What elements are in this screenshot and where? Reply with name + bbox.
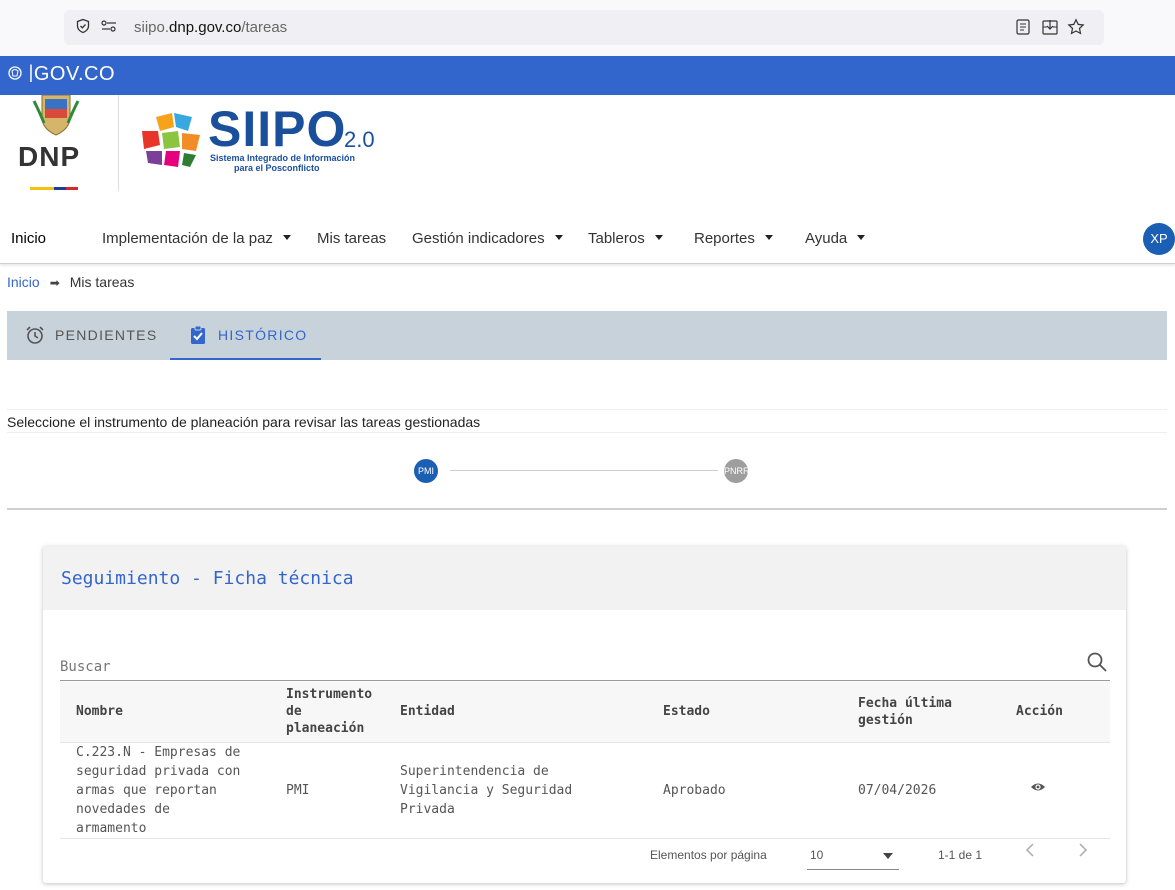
breadcrumb: Inicio ➡ Mis tareas xyxy=(7,274,134,290)
caret-down-icon xyxy=(857,235,866,240)
siipo-title: SIIPO xyxy=(208,101,347,157)
breadcrumb-home-link[interactable]: Inicio xyxy=(7,274,40,290)
dropdown-arrow-icon xyxy=(883,853,893,859)
page-size-value: 10 xyxy=(810,848,824,862)
colombia-crest-icon xyxy=(8,66,27,84)
alarm-clock-icon xyxy=(26,326,44,344)
step-pnrr[interactable]: PNRR xyxy=(724,459,748,483)
tab-historico-label: HISTÓRICO xyxy=(218,327,308,343)
divider xyxy=(7,432,1167,433)
next-page-button[interactable] xyxy=(1077,842,1089,863)
nav-implementacion[interactable]: Implementación de la paz xyxy=(102,230,291,247)
column-header-entidad[interactable]: Entidad xyxy=(384,682,647,742)
eye-icon[interactable] xyxy=(1030,779,1046,795)
tasks-table: Nombre Instrumento de planeación Entidad… xyxy=(60,682,1110,839)
nav-mis-tareas-label: Mis tareas xyxy=(317,230,387,247)
nav-mis-tareas[interactable]: Mis tareas xyxy=(317,230,386,247)
nav-inicio-label: Inicio xyxy=(11,230,47,247)
column-header-accion: Acción xyxy=(1000,682,1110,742)
arrow-right-icon: ➡ xyxy=(49,276,60,290)
breadcrumb-current: Mis tareas xyxy=(69,274,135,290)
nav-tableros-label: Tableros xyxy=(588,230,645,247)
nav-ayuda-label: Ayuda xyxy=(805,230,848,247)
main-nav: Inicio Implementación de la paz Mis tare… xyxy=(0,214,1175,264)
siipo-version: 2.0 xyxy=(344,127,375,152)
tab-pendientes-label: PENDIENTES xyxy=(55,327,158,343)
siipo-subtitle-line1: Sistema Integrado de Información xyxy=(210,153,356,163)
dnp-text: DNP xyxy=(18,141,81,172)
caret-down-icon xyxy=(282,235,291,240)
table-row: C.223.N - Empresas de seguridad privada … xyxy=(60,741,1110,839)
nav-ayuda[interactable]: Ayuda xyxy=(805,230,866,247)
nav-implementacion-label: Implementación de la paz xyxy=(102,230,273,247)
bookmark-star-icon[interactable] xyxy=(1067,18,1085,41)
siipo-mosaic-icon xyxy=(142,113,200,167)
stepper-connector xyxy=(450,470,718,471)
cell-estado: Aprobado xyxy=(647,741,842,839)
cell-nombre: C.223.N - Empresas de seguridad privada … xyxy=(60,741,270,839)
shield-icon[interactable] xyxy=(74,18,92,36)
url-text[interactable]: siipo.dnp.gov.co/tareas xyxy=(134,19,287,36)
siipo-subtitle-line2: para el Posconflicto xyxy=(234,163,320,173)
browser-toolbar: siipo.dnp.gov.co/tareas xyxy=(0,0,1175,56)
search-icon[interactable] xyxy=(1086,651,1108,673)
site-header: DNP SIIPO 2.0 Sistema Integrado de Infor… xyxy=(0,94,1175,213)
page-size-label: Elementos por página xyxy=(650,848,767,862)
url-prefix: siipo. xyxy=(134,19,170,36)
cell-instrumento: PMI xyxy=(270,741,384,839)
permissions-icon[interactable] xyxy=(100,18,118,36)
tasks-card: Seguimiento - Ficha técnica Nombre Instr… xyxy=(43,546,1126,883)
section-divider xyxy=(7,508,1167,510)
save-to-pocket-icon[interactable] xyxy=(1041,18,1059,41)
card-title: Seguimiento - Ficha técnica xyxy=(61,568,354,589)
search-input[interactable] xyxy=(60,653,1110,681)
gov-co-logo[interactable]: |GOV.CO xyxy=(8,62,115,86)
column-header-fecha[interactable]: Fecha última gestión xyxy=(842,682,1000,742)
header-divider xyxy=(118,95,119,191)
nav-inicio[interactable]: Inicio xyxy=(11,230,46,247)
caret-down-icon xyxy=(764,235,773,240)
table-header-row: Nombre Instrumento de planeación Entidad… xyxy=(60,682,1110,742)
gov-co-text: GOV.CO xyxy=(33,63,116,85)
url-domain: dnp.gov.co xyxy=(169,19,242,36)
nav-reportes[interactable]: Reportes xyxy=(694,230,773,247)
divider xyxy=(7,409,1167,410)
step-pnrr-label: PNRR xyxy=(724,466,748,476)
cell-accion xyxy=(1000,741,1110,839)
column-header-instrumento[interactable]: Instrumento de planeación xyxy=(270,682,384,742)
step-pmi[interactable]: PMI xyxy=(414,459,438,483)
caret-down-icon xyxy=(554,235,563,240)
cell-entidad: Superintendencia de Vigilancia y Segurid… xyxy=(384,741,647,839)
column-header-nombre[interactable]: Nombre xyxy=(60,682,270,742)
tab-historico[interactable]: HISTÓRICO xyxy=(170,311,321,360)
nav-reportes-label: Reportes xyxy=(694,230,755,247)
avatar-initials: XP xyxy=(1150,231,1168,246)
tabs-bar: PENDIENTES HISTÓRICO xyxy=(7,311,1167,360)
card-header: Seguimiento - Ficha técnica xyxy=(43,546,1126,610)
nav-gestion-indicadores-label: Gestión indicadores xyxy=(412,230,545,247)
caret-down-icon xyxy=(654,235,663,240)
cell-fecha: 07/04/2026 xyxy=(842,741,1000,839)
gov-co-bar: |GOV.CO xyxy=(0,56,1175,95)
previous-page-button[interactable] xyxy=(1024,842,1036,863)
dnp-logo[interactable]: DNP xyxy=(18,94,100,195)
page-range-label: 1-1 de 1 xyxy=(938,848,983,862)
instruction-text: Seleccione el instrumento de planeación … xyxy=(7,414,481,430)
reader-view-icon[interactable] xyxy=(1015,18,1031,41)
nav-gestion-indicadores[interactable]: Gestión indicadores xyxy=(412,230,563,247)
url-path: /tareas xyxy=(241,19,288,36)
paginator: Elementos por página 10 1-1 de 1 xyxy=(43,830,1126,878)
page-size-select[interactable]: 10 xyxy=(807,840,899,870)
clipboard-check-icon xyxy=(191,325,205,344)
step-pmi-label: PMI xyxy=(417,466,434,476)
user-avatar[interactable]: XP xyxy=(1143,223,1175,255)
siipo-logo[interactable]: SIIPO 2.0 Sistema Integrado de Informaci… xyxy=(138,103,388,173)
address-bar[interactable]: siipo.dnp.gov.co/tareas xyxy=(64,10,1104,45)
column-header-estado[interactable]: Estado xyxy=(647,682,842,742)
tab-pendientes[interactable]: PENDIENTES xyxy=(25,311,170,360)
nav-tableros[interactable]: Tableros xyxy=(588,230,663,247)
